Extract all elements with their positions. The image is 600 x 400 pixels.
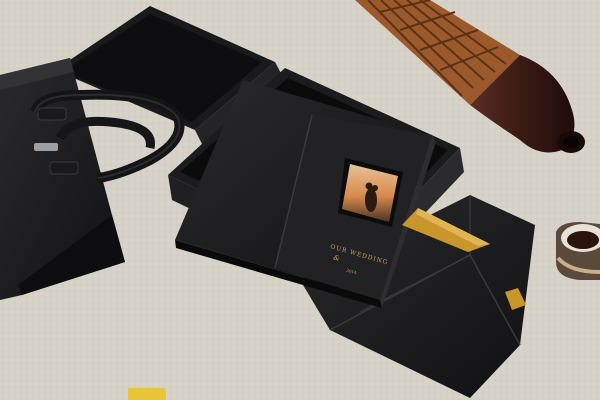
coffee-cup	[556, 222, 600, 280]
yellow-object	[128, 388, 166, 400]
product-photo-scene: OUR WEDDING & 2014	[0, 0, 600, 400]
